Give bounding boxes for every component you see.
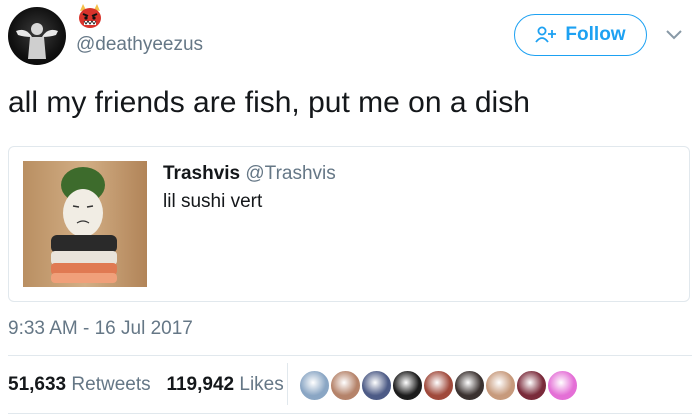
add-person-icon: [535, 26, 557, 43]
liker-avatar[interactable]: [391, 369, 424, 402]
tweet-stats: 51,633 Retweets 119,942 Likes: [8, 374, 284, 396]
author-avatar[interactable]: [8, 7, 66, 65]
liker-avatar[interactable]: [298, 369, 331, 402]
liker-avatars: [298, 369, 579, 402]
liker-avatar[interactable]: [360, 369, 393, 402]
quoted-author-name: Trashvis: [163, 163, 241, 184]
divider: [8, 413, 692, 414]
likes-stat[interactable]: 119,942 Likes: [166, 374, 283, 395]
liker-avatar[interactable]: [329, 369, 362, 402]
follow-label: Follow: [565, 24, 626, 45]
liker-avatar[interactable]: [484, 369, 517, 402]
author-handle[interactable]: @deathyeezus: [76, 34, 203, 56]
liker-avatar[interactable]: [453, 369, 486, 402]
retweets-label: Retweets: [71, 374, 151, 395]
liker-avatar[interactable]: [546, 369, 579, 402]
quoted-tweet[interactable]: Trashvis @Trashvis lil sushi vert: [8, 146, 690, 302]
retweets-stat[interactable]: 51,633 Retweets: [8, 374, 156, 395]
retweets-count: 51,633: [8, 374, 67, 395]
tweet-timestamp[interactable]: 9:33 AM - 16 Jul 2017: [8, 318, 193, 340]
chevron-down-icon[interactable]: [663, 24, 685, 44]
liker-avatar[interactable]: [515, 369, 548, 402]
likes-label: Likes: [239, 374, 284, 395]
tweet-text: all my friends are fish, put me on a dis…: [8, 86, 530, 119]
quoted-tweet-text: lil sushi vert: [163, 191, 263, 212]
liker-avatar[interactable]: [422, 369, 455, 402]
winged-figure-avatar-icon: [16, 23, 58, 59]
sushi-character-photo[interactable]: [23, 161, 147, 287]
stats-divider: [287, 363, 288, 405]
likes-count: 119,942: [166, 374, 235, 395]
divider: [8, 355, 692, 356]
quoted-author[interactable]: Trashvis @Trashvis: [163, 163, 336, 185]
quoted-author-handle: @Trashvis: [245, 163, 336, 184]
ogre-emoji-icon: [76, 3, 104, 29]
follow-button[interactable]: Follow: [514, 14, 647, 56]
